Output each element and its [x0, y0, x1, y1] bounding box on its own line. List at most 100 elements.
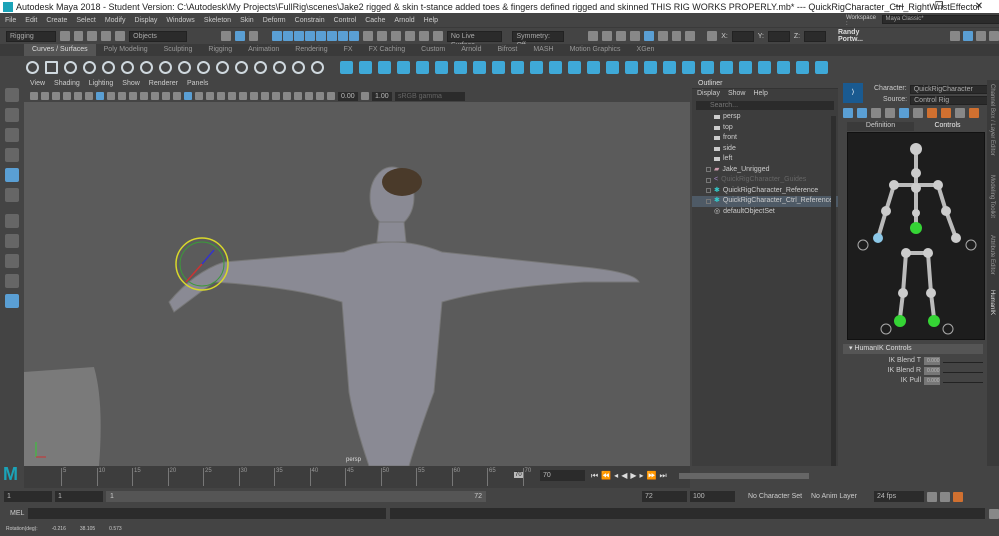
bevel-plus-icon[interactable]: [587, 60, 600, 74]
single-perspective-layout-icon[interactable]: [4, 214, 19, 228]
tab-modeling-toolkit[interactable]: Modeling Toolkit: [989, 175, 995, 218]
range-slider-end[interactable]: 72: [474, 491, 482, 502]
full-body-ik-icon[interactable]: [843, 108, 853, 118]
workspace-dropdown[interactable]: Maya Classic*: [881, 15, 999, 24]
grid-icon[interactable]: [96, 92, 104, 100]
nurbs-cone-icon[interactable]: [397, 60, 410, 74]
curve-tool-icon[interactable]: [311, 60, 324, 74]
attach-surface-icon[interactable]: [739, 60, 752, 74]
custom-layout-icon[interactable]: [4, 294, 19, 308]
shelf-tab-sculpting[interactable]: Sculpting: [156, 44, 201, 56]
vp-menu-show[interactable]: Show: [122, 80, 140, 90]
z-field[interactable]: [804, 30, 826, 42]
expand-icon[interactable]: [706, 198, 711, 204]
menu-skeleton[interactable]: Skeleton: [204, 17, 231, 24]
shelf-tab-poly-modeling[interactable]: Poly Modeling: [96, 44, 156, 56]
nurbs-sphere-icon[interactable]: [340, 60, 353, 74]
transform-input-icon[interactable]: [707, 31, 718, 41]
render-view-icon[interactable]: [588, 31, 598, 41]
select-hierarchy-icon[interactable]: [220, 31, 231, 41]
wireframe-on-shaded-icon[interactable]: [206, 92, 214, 100]
ik-blend-t-field[interactable]: 0.000: [924, 357, 940, 365]
outliner-item[interactable]: ◎ defaultObjectSet: [692, 207, 838, 218]
shelf-tab-arnold[interactable]: Arnold: [453, 44, 489, 56]
planar-icon[interactable]: [492, 60, 505, 74]
scene-start-field[interactable]: 1: [4, 491, 52, 502]
xray-icon[interactable]: [305, 92, 313, 100]
expand-icon[interactable]: [706, 188, 711, 194]
textured-icon[interactable]: [217, 92, 225, 100]
vp-menu-shading[interactable]: Shading: [54, 80, 80, 90]
mel-label[interactable]: MEL: [10, 510, 24, 517]
shelf-tab-rendering[interactable]: Rendering: [287, 44, 335, 56]
outliner-search-input[interactable]: Search...: [696, 101, 834, 110]
play-backward-icon[interactable]: ◀: [621, 471, 627, 481]
menu-display[interactable]: Display: [134, 17, 157, 24]
range-slider[interactable]: 1 72: [106, 491, 486, 502]
nurbs-cube-icon[interactable]: [359, 60, 372, 74]
safe-title-icon[interactable]: [162, 92, 170, 100]
menu-skin[interactable]: Skin: [240, 17, 254, 24]
shelf-tab-xgen[interactable]: XGen: [629, 44, 663, 56]
render-setup-icon[interactable]: [657, 31, 668, 41]
wireframe-icon[interactable]: [173, 92, 181, 100]
menu-cache[interactable]: Cache: [365, 17, 385, 24]
safe-action-icon[interactable]: [151, 92, 159, 100]
shelf-tab-curves-surfaces[interactable]: Curves / Surfaces: [24, 44, 96, 56]
script-editor-icon[interactable]: [989, 508, 999, 519]
mask-misc-icon[interactable]: [349, 31, 360, 41]
lasso-tool-icon[interactable]: [4, 108, 19, 122]
expand-icon[interactable]: [706, 177, 711, 183]
untrim-icon[interactable]: [682, 60, 695, 74]
character-set-dropdown[interactable]: No Character Set: [748, 493, 808, 500]
menu-create[interactable]: Create: [46, 17, 67, 24]
revolve-icon[interactable]: [454, 60, 467, 74]
vp-menu-renderer[interactable]: Renderer: [149, 80, 178, 90]
gate-mask-icon[interactable]: [129, 92, 137, 100]
nurbs-plane-icon[interactable]: [416, 60, 429, 74]
light-editor-icon[interactable]: [671, 31, 682, 41]
fk-icon[interactable]: [871, 108, 881, 118]
arc-icon[interactable]: [140, 60, 153, 74]
select-all-icon[interactable]: [885, 108, 895, 118]
outliner-scrollbar[interactable]: [831, 116, 836, 466]
vp-menu-panels[interactable]: Panels: [187, 80, 208, 90]
nurbs-to-poly-icon[interactable]: [815, 60, 828, 74]
command-input[interactable]: [28, 508, 386, 519]
live-surface-field[interactable]: No Live Surface: [446, 30, 503, 49]
open-close-icon[interactable]: [777, 60, 790, 74]
outliner-item[interactable]: < QuickRigCharacter_Guides: [692, 175, 838, 186]
y-field[interactable]: [767, 30, 790, 42]
cv-curve-icon[interactable]: [83, 60, 96, 74]
mask-surfaces-icon[interactable]: [305, 31, 316, 41]
offset-curve-icon[interactable]: [235, 60, 248, 74]
step-forward-key-icon[interactable]: ⏩: [647, 471, 657, 481]
playback-end-field[interactable]: 72: [642, 491, 687, 502]
scale-tool-icon[interactable]: [4, 188, 19, 202]
outliner-item[interactable]: side: [692, 144, 838, 155]
insert-isoparm-icon[interactable]: [606, 60, 619, 74]
mirror-icon[interactable]: [955, 108, 965, 118]
key-all-icon[interactable]: [927, 108, 937, 118]
menu-file[interactable]: File: [5, 17, 16, 24]
tab-channel-box[interactable]: Channel Box / Layer Editor: [989, 84, 995, 156]
pin-translate-icon[interactable]: [899, 108, 909, 118]
sidebar-toggle-icon[interactable]: [949, 31, 960, 41]
shelf-tab-motion-graphics[interactable]: Motion Graphics: [562, 44, 629, 56]
hypershade-icon[interactable]: [643, 31, 654, 41]
cut-curve-icon[interactable]: [273, 60, 286, 74]
menu-constrain[interactable]: Constrain: [295, 17, 325, 24]
new-scene-icon[interactable]: [59, 31, 70, 41]
mask-rendering-icon[interactable]: [338, 31, 349, 41]
attribute-toggle-icon[interactable]: [975, 31, 986, 41]
outliner-item[interactable]: persp: [692, 112, 838, 123]
key-body-part-icon[interactable]: [941, 108, 951, 118]
shelf-tab-fx[interactable]: FX: [336, 44, 361, 56]
menu-control[interactable]: Control: [334, 17, 357, 24]
birail-icon[interactable]: [530, 60, 543, 74]
square-surface-icon[interactable]: [568, 60, 581, 74]
snap-point-icon[interactable]: [405, 31, 416, 41]
extrude-icon[interactable]: [511, 60, 524, 74]
shelf-tab-fx-caching[interactable]: FX Caching: [361, 44, 414, 56]
symmetry-dropdown[interactable]: Symmetry: Off: [512, 30, 565, 49]
